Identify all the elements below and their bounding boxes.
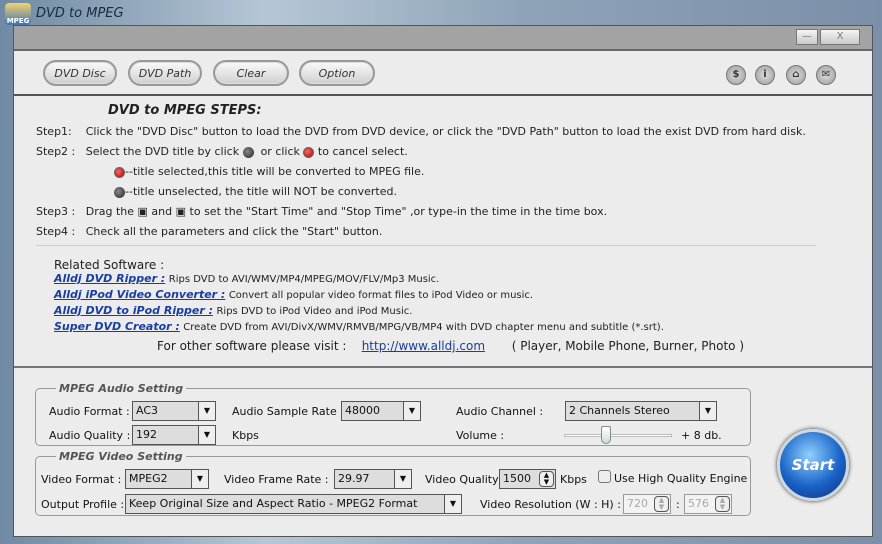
step2-text-or: or click [260, 145, 300, 158]
related-desc: Convert all popular video format files t… [228, 290, 534, 301]
audio-quality-unit: Kbps [232, 429, 259, 442]
step2-label: Step2 : [36, 145, 76, 158]
audio-legend: MPEG Audio Setting [59, 382, 184, 395]
spinner-arrows-icon: ▲ ▼ [654, 496, 669, 512]
mail-icon[interactable]: ✉ [816, 65, 836, 85]
related-heading: Related Software : [54, 258, 165, 272]
dvd-path-button[interactable]: DVD Path [128, 60, 202, 86]
related-desc: Create DVD from AVI/DivX/WMV/RMVB/MPG/VB… [183, 322, 664, 333]
video-quality-label: Video Quality : [425, 473, 506, 486]
window-controls-bar: — X [14, 26, 872, 51]
related-desc: Rips DVD to AVI/WMV/MP4/MPEG/MOV/FLV/Mp3… [168, 274, 440, 285]
video-quality-unit: Kbps [560, 473, 587, 486]
option-button[interactable]: Option [299, 60, 375, 86]
home-icon[interactable]: ⌂ [786, 65, 806, 85]
spinner-arrows-icon: ▲ ▼ [715, 496, 730, 512]
step3-text-end: to set the "Start Time" and "Stop Time" … [189, 205, 608, 218]
unselected-dot-icon [114, 186, 125, 198]
audio-format-select[interactable]: AC3 ▼ [132, 401, 216, 421]
video-format-select[interactable]: MPEG2 ▼ [125, 469, 209, 489]
unselected-dot-icon [242, 146, 254, 158]
chevron-down-icon: ▼ [394, 470, 411, 488]
hq-engine-checkbox[interactable] [598, 470, 611, 483]
frame-rate-label: Video Frame Rate : [224, 473, 329, 486]
logo-text: MPEG [6, 17, 30, 25]
output-profile-select[interactable]: Keep Original Size and Aspect Ratio - MP… [125, 494, 462, 514]
visit-text: For other software please visit : [157, 339, 347, 353]
minimize-button[interactable]: — [796, 29, 818, 45]
selected-note: --title selected,this title will be conv… [125, 165, 425, 178]
related-link[interactable]: Alldj iPod Video Converter : [54, 288, 225, 301]
selected-dot-icon [114, 166, 125, 178]
dollar-icon[interactable]: $ [726, 65, 746, 85]
related-link[interactable]: Alldj DVD to iPod Ripper : [54, 304, 213, 317]
start-marker-icon: ▣ [137, 205, 148, 218]
step1-label: Step1: [36, 125, 72, 138]
chevron-down-icon: ▼ [198, 402, 215, 420]
step4-text: Check all the parameters and click the "… [85, 225, 383, 238]
resolution-colon: : [676, 498, 680, 511]
audio-format-label: Audio Format : [49, 405, 130, 418]
audio-channel-label: Audio Channel : [456, 405, 544, 418]
selected-dot-icon [303, 146, 315, 158]
toolbar: DVD Disc DVD Path Clear Option $ i ⌂ ✉ [14, 53, 872, 96]
separator [14, 366, 872, 368]
step3-text: Drag the [85, 205, 135, 218]
audio-channel-select[interactable]: 2 Channels Stereo ▼ [565, 401, 717, 421]
volume-value: + 8 db. [681, 429, 722, 442]
audio-sample-rate-select[interactable]: 48000 ▼ [341, 401, 421, 421]
audio-quality-label: Audio Quality : [49, 429, 131, 442]
audio-rate-label: Audio Sample Rate : [232, 405, 344, 418]
chevron-down-icon: ▼ [191, 470, 208, 488]
related-link[interactable]: Alldj DVD Ripper : [54, 272, 165, 285]
chevron-down-icon: ▼ [444, 495, 461, 513]
volume-slider-thumb[interactable] [601, 426, 612, 444]
divider [36, 245, 816, 246]
chevron-down-icon: ▼ [198, 426, 215, 444]
step2-text-end: to cancel select. [317, 145, 408, 158]
chevron-down-icon: ▼ [403, 402, 420, 420]
frame-rate-select[interactable]: 29.97 ▼ [334, 469, 412, 489]
volume-label: Volume : [456, 429, 505, 442]
volume-slider[interactable] [564, 426, 672, 444]
chevron-down-icon: ▼ [699, 402, 716, 420]
height-spinner[interactable]: 576 ▲ ▼ [684, 494, 732, 514]
spinner-arrows-icon: ▲ ▼ [539, 471, 554, 487]
step2-text: Select the DVD title by click [85, 145, 240, 158]
step3-label: Step3 : [36, 205, 76, 218]
related-desc: Rips DVD to iPod Video and iPod Music. [216, 306, 413, 317]
step1-text: Click the "DVD Disc" button to load the … [85, 125, 806, 138]
video-format-label: Video Format : [41, 473, 122, 486]
video-quality-spinner[interactable]: 1500 ▲ ▼ [499, 469, 556, 489]
output-profile-label: Output Profile : [41, 498, 125, 511]
audio-quality-select[interactable]: 192 ▼ [132, 425, 216, 445]
window-title: DVD to MPEG [36, 6, 124, 21]
width-spinner[interactable]: 720 ▲ ▼ [623, 494, 671, 514]
close-button[interactable]: X [820, 29, 860, 45]
start-button[interactable]: Start [777, 429, 849, 501]
website-link[interactable]: http://www.alldj.com [362, 339, 485, 353]
audio-settings-group: MPEG Audio Setting Audio Format : AC3 ▼ A… [35, 382, 751, 446]
dvd-disc-button[interactable]: DVD Disc [43, 60, 117, 86]
step4-label: Step4 : [36, 225, 76, 238]
main-window: — X DVD Disc DVD Path Clear Option $ i ⌂… [13, 25, 873, 537]
hq-engine-label: Use High Quality Engine [614, 472, 748, 485]
steps-heading: DVD to MPEG STEPS: [108, 103, 262, 118]
related-link[interactable]: Super DVD Creator : [54, 320, 180, 333]
visit-tail: ( Player, Mobile Phone, Burner, Photo ) [511, 339, 745, 353]
clear-button[interactable]: Clear [213, 60, 289, 86]
unselected-note: --title unselected, the title will NOT b… [125, 185, 397, 198]
video-settings-group: MPEG Video Setting Video Format : MPEG2 ▼… [35, 450, 751, 516]
step3-and: and [151, 205, 173, 218]
stop-marker-icon: ▣ [175, 205, 187, 218]
resolution-label: Video Resolution (W : H) : [480, 498, 621, 511]
app-logo: MPEG [5, 3, 31, 25]
video-legend: MPEG Video Setting [59, 450, 183, 463]
steps-panel: DVD to MPEG STEPS: Step1: Click the "DVD… [14, 98, 872, 368]
user-icon[interactable]: i [755, 65, 775, 85]
